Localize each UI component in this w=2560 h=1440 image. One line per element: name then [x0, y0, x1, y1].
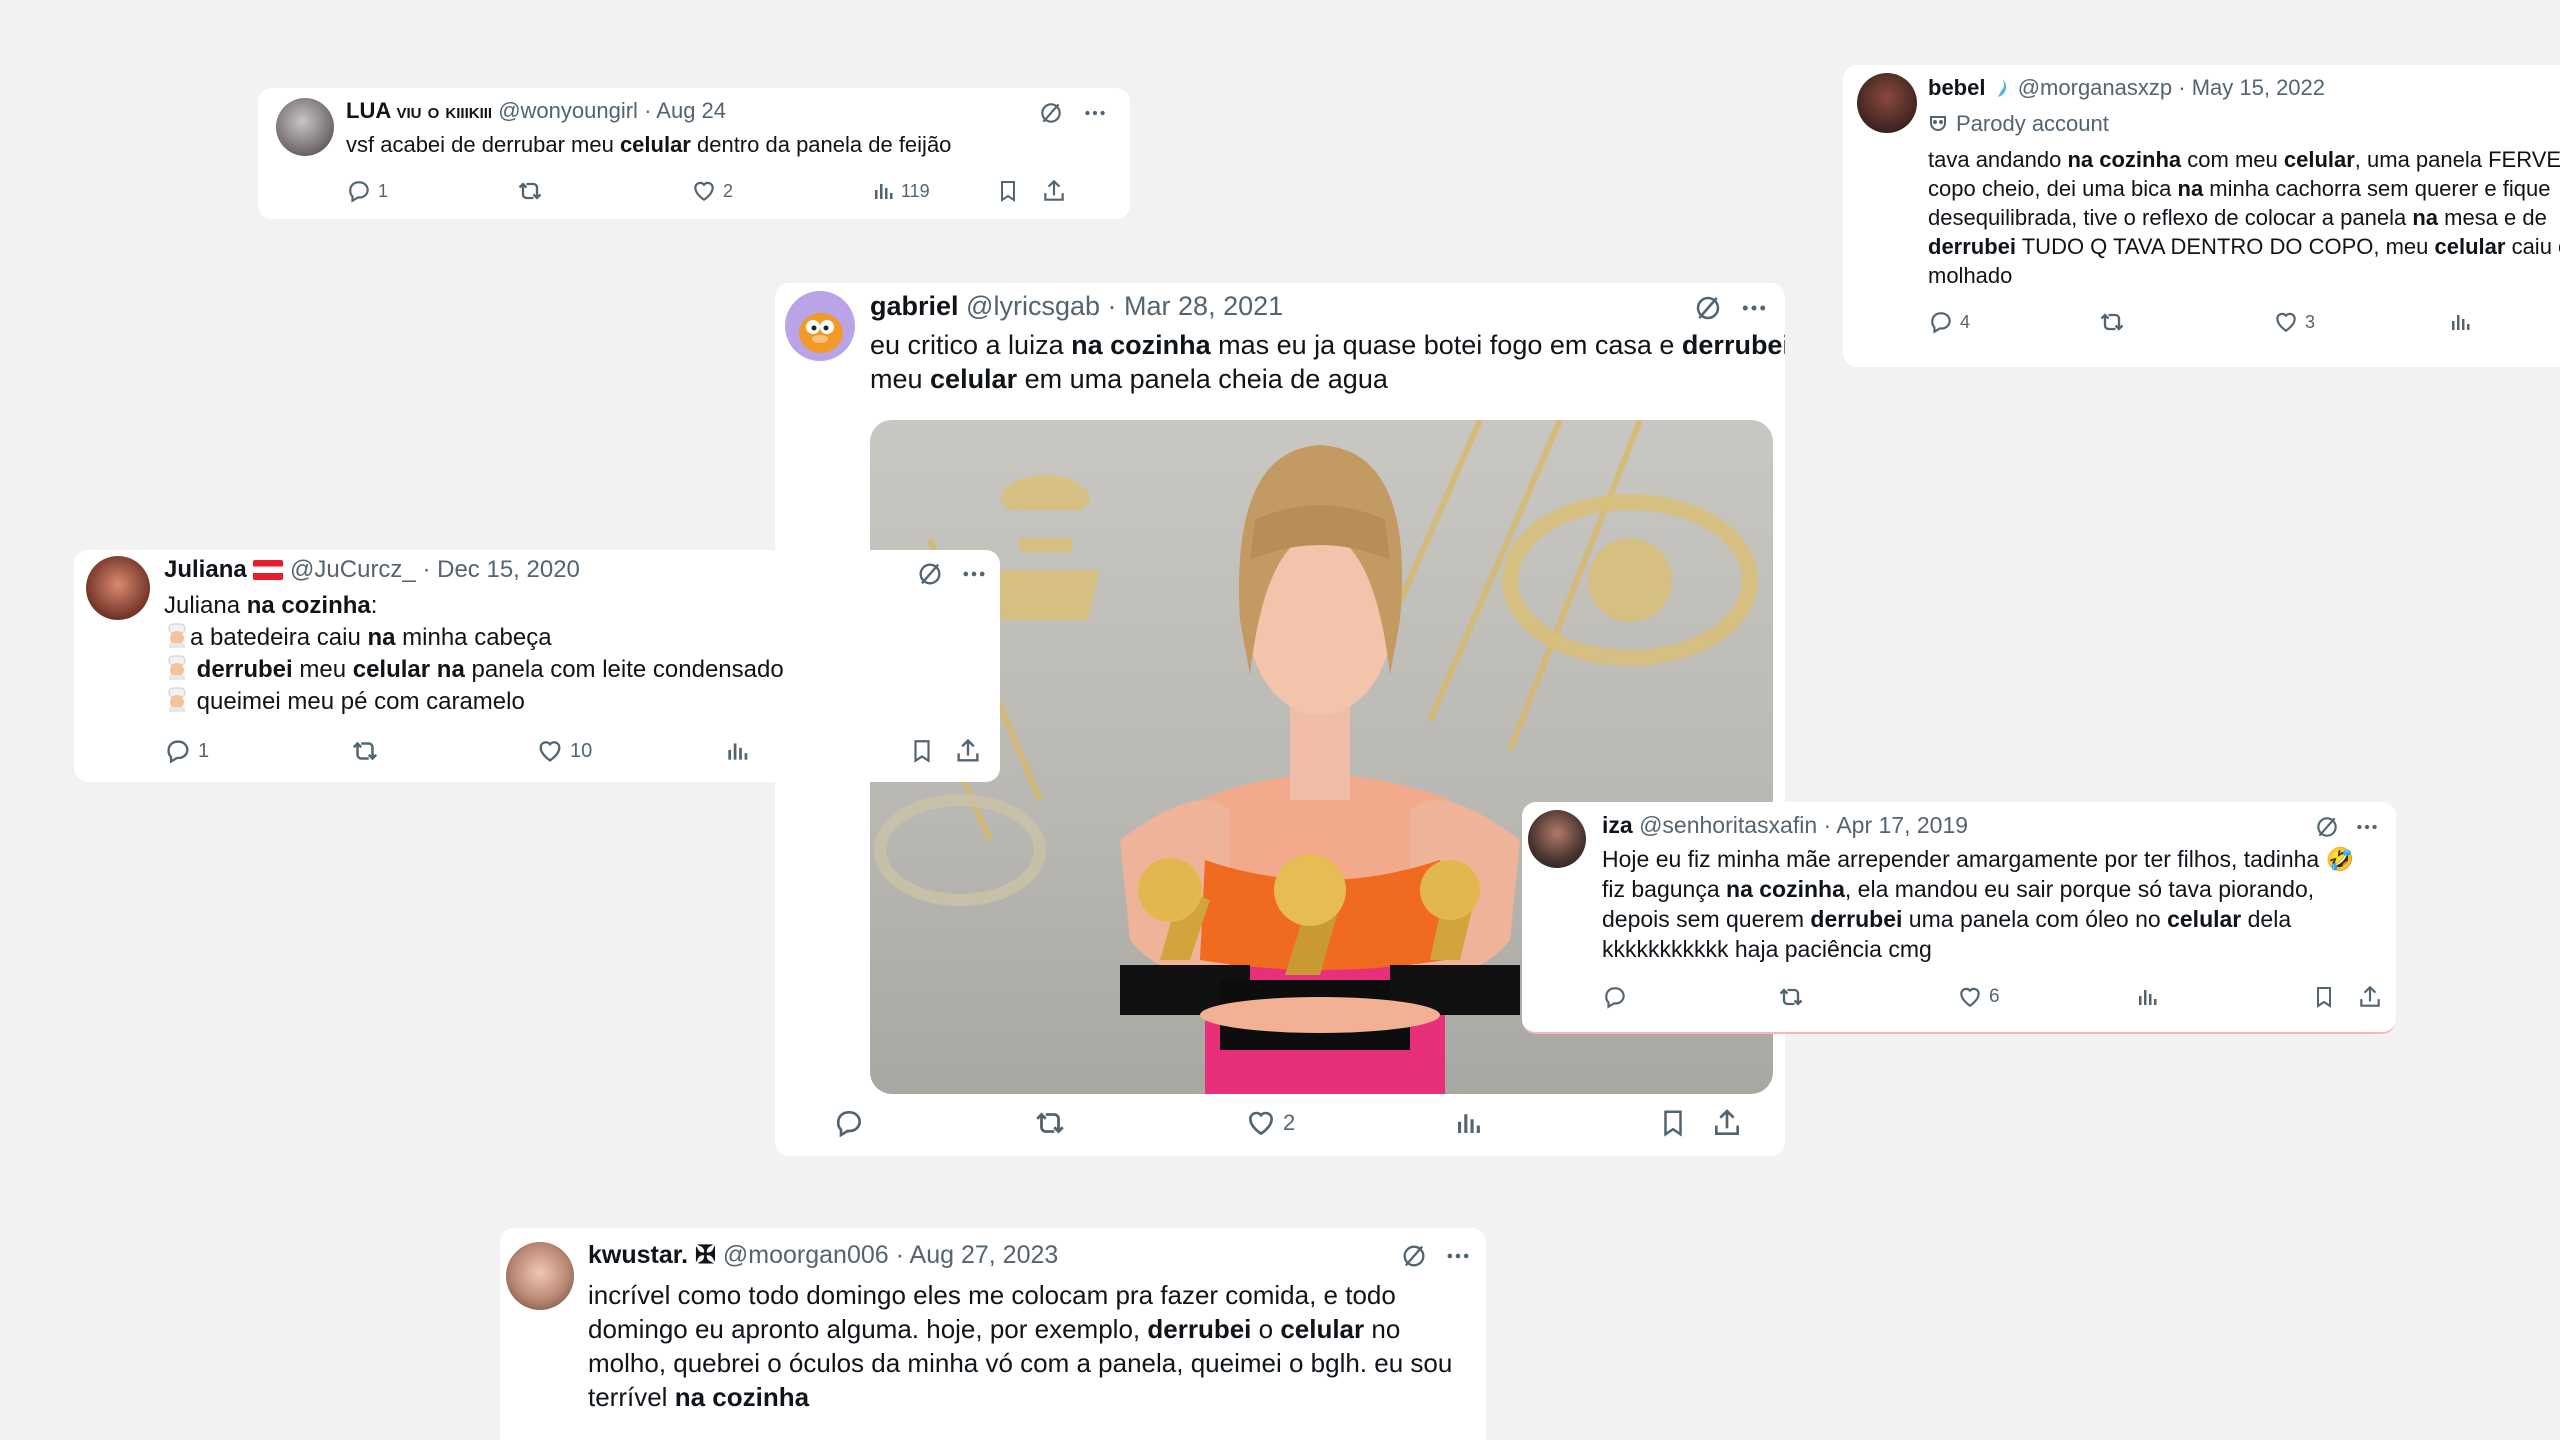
tweet-line: derrubei meu celular na panela com leite… [196, 656, 784, 683]
more-icon[interactable] [1739, 293, 1769, 323]
reply-button[interactable]: 1 [346, 176, 388, 206]
user-handle[interactable]: @morganasxzp [2018, 75, 2172, 100]
tweet-card-kwustar[interactable]: kwustar. ✠ @moorgan006 · Aug 27, 2023 in… [500, 1228, 1486, 1440]
chef-emoji-icon [164, 686, 190, 712]
avatar[interactable] [1857, 73, 1917, 133]
user-name[interactable]: kwustar. ✠ [588, 1241, 716, 1269]
more-icon[interactable] [2354, 814, 2380, 840]
retweet-button[interactable] [1033, 1103, 1067, 1143]
like-count: 2 [723, 180, 734, 201]
grok-icon[interactable] [1038, 100, 1064, 126]
parody-label: Parody account [1956, 111, 2109, 136]
tweet-card-bebel[interactable]: bebel @morganasxzp · May 15, 2022 Parody… [1843, 65, 2560, 367]
user-name[interactable]: gabriel [870, 291, 959, 321]
grok-icon[interactable] [2314, 814, 2340, 840]
share-button[interactable] [1711, 1103, 1743, 1143]
user-name[interactable]: iza [1602, 812, 1633, 838]
more-icon[interactable] [1082, 100, 1108, 126]
tweet-date[interactable]: Aug 27, 2023 [910, 1241, 1059, 1269]
like-button[interactable]: 2 [1245, 1103, 1295, 1143]
like-button[interactable]: 2 [691, 176, 733, 206]
tweet-date[interactable]: Apr 17, 2019 [1836, 812, 1968, 838]
avatar[interactable] [506, 1242, 574, 1310]
like-count: 3 [2305, 311, 2316, 332]
grok-icon[interactable] [1400, 1242, 1428, 1270]
tweet-line: Juliana na cozinha: [164, 592, 378, 619]
reply-count: 1 [378, 180, 389, 201]
more-icon[interactable] [960, 560, 988, 588]
retweet-button[interactable] [516, 176, 544, 206]
views-button[interactable] [2448, 307, 2472, 337]
tweet-date[interactable]: Aug 24 [656, 98, 726, 123]
avatar[interactable] [276, 98, 334, 156]
tweet-date[interactable]: May 15, 2022 [2192, 75, 2325, 100]
avatar[interactable] [785, 291, 855, 361]
views-button[interactable] [2135, 982, 2159, 1012]
tweet-text: vsf acabei de derrubar meu celular dentr… [346, 132, 952, 157]
like-count: 6 [1989, 986, 2000, 1007]
bookmark-button[interactable] [1658, 1103, 1688, 1143]
tweet-text: eu critico a luiza na cozinha mas eu ja … [870, 330, 1785, 394]
separator: · [1107, 291, 1117, 321]
share-button[interactable] [954, 736, 982, 766]
grok-icon[interactable] [916, 560, 944, 588]
tweet-line: queimei meu pé com caramelo [196, 688, 525, 715]
bookmark-button[interactable] [909, 736, 935, 766]
reply-count: 1 [198, 739, 210, 762]
bookmark-button[interactable] [2312, 982, 2336, 1012]
tweet-text: Hoje eu fiz minha mãe arrepender amargam… [1602, 846, 2355, 962]
separator: · [422, 556, 431, 583]
user-handle[interactable]: @lyricsgab [966, 291, 1100, 321]
views-button[interactable]: 119 [871, 176, 930, 206]
view-count: 119 [901, 180, 930, 201]
austria-flag-icon [253, 560, 284, 580]
like-button[interactable]: 6 [1957, 982, 2000, 1012]
avatar[interactable] [86, 556, 150, 620]
reply-count: 4 [1960, 311, 1971, 332]
avatar[interactable] [1528, 810, 1586, 868]
chef-emoji-icon [164, 622, 190, 648]
tweet-text: incrível como todo domingo eles me coloc… [588, 1280, 1453, 1412]
share-button[interactable] [2357, 982, 2383, 1012]
reply-button[interactable]: 1 [164, 736, 209, 766]
grok-icon[interactable] [1693, 293, 1723, 323]
views-button[interactable] [724, 736, 750, 766]
user-handle[interactable]: @senhoritasxafin [1639, 812, 1817, 838]
tweet-line: a batedeira caiu na minha cabeça [190, 624, 552, 651]
separator: · [895, 1241, 904, 1269]
bookmark-button[interactable] [996, 176, 1020, 206]
tweet-text: Juliana na cozinha: a batedeira caiu na … [164, 590, 784, 718]
like-count: 10 [570, 739, 593, 762]
like-button[interactable]: 3 [2273, 307, 2315, 337]
like-button[interactable]: 10 [536, 736, 592, 766]
chef-emoji-icon [164, 654, 190, 680]
retweet-button[interactable] [350, 736, 380, 766]
separator: · [644, 98, 652, 123]
user-handle[interactable]: @JuCurcz_ [290, 556, 416, 583]
views-button[interactable] [1453, 1103, 1483, 1143]
tweet-card-juliana[interactable]: Juliana @JuCurcz_ · Dec 15, 2020 Juliana… [74, 550, 1000, 782]
more-icon[interactable] [1444, 1242, 1472, 1270]
user-handle[interactable]: @wonyoungirl [498, 98, 638, 123]
mask-icon [1928, 114, 1948, 134]
share-button[interactable] [1041, 176, 1067, 206]
retweet-button[interactable] [1777, 982, 1805, 1012]
user-name[interactable]: bebel [1928, 75, 1985, 100]
mermaid-icon [1992, 77, 2012, 99]
tweet-card-lua[interactable]: LUA viu o kiiikiii @wonyoungirl · Aug 24… [258, 88, 1130, 219]
user-handle[interactable]: @moorgan006 [723, 1241, 889, 1269]
like-count: 2 [1283, 1110, 1296, 1135]
retweet-button[interactable] [2098, 307, 2126, 337]
reply-button[interactable] [1602, 982, 1628, 1012]
tweet-date[interactable]: Mar 28, 2021 [1124, 291, 1283, 321]
tweet-date[interactable]: Dec 15, 2020 [437, 556, 580, 583]
reply-button[interactable] [833, 1103, 865, 1143]
separator: · [2178, 75, 2186, 100]
tweet-card-iza[interactable]: iza @senhoritasxafin · Apr 17, 2019 Hoje… [1522, 802, 2396, 1034]
reply-button[interactable]: 4 [1928, 307, 1970, 337]
user-name[interactable]: LUA viu o kiiikiii [346, 98, 492, 123]
tweet-text: tava andando na cozinha com meu celular,… [1928, 147, 2560, 288]
user-name[interactable]: Juliana [164, 556, 247, 583]
separator: · [1823, 812, 1832, 838]
